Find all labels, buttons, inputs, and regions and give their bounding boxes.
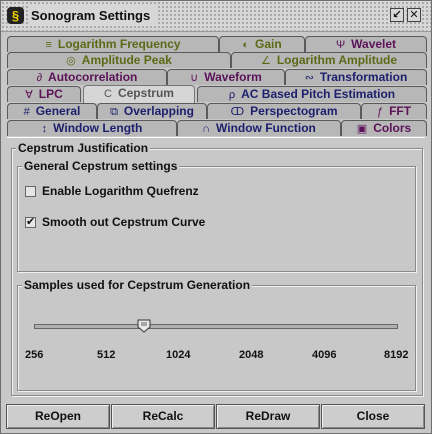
general-icon: # — [23, 106, 30, 118]
tick-2048: 2048 — [239, 349, 264, 361]
tick-8192: 8192 — [384, 349, 409, 361]
smooth-curve-label[interactable]: Smooth out Cepstrum Curve — [42, 215, 205, 229]
tick-4096: 4096 — [312, 349, 337, 361]
tab-label: Overlapping — [123, 104, 194, 118]
close-icon[interactable]: ✕ — [407, 8, 421, 22]
tab-autocorrelation[interactable]: ∂ Autocorrelation — [7, 69, 167, 85]
tab-label: Gain — [254, 37, 282, 51]
tick-512: 512 — [97, 349, 116, 361]
gain-icon: ◐ — [242, 39, 249, 51]
tab-lpc[interactable]: ∀ LPC — [7, 86, 81, 102]
tab-transformation[interactable]: ∾ Transformation — [285, 69, 427, 85]
tab-general[interactable]: # General — [7, 103, 97, 119]
lpc-icon: ∀ — [25, 89, 33, 101]
settings-window: § Sonogram Settings ↙ ✕ ≡ Logarithm Frequ… — [0, 0, 432, 434]
tab-logarithm-amplitude[interactable]: ∠ Logarithm Amplitude — [231, 52, 427, 68]
tab-cepstrum[interactable]: C Cepstrum — [83, 85, 195, 103]
pitch-estimation-icon: ρ — [228, 89, 236, 101]
transformation-icon: ∾ — [304, 72, 314, 84]
reopen-button[interactable]: ReOpen — [6, 404, 110, 429]
enable-log-quefrenz-label[interactable]: Enable Logarithm Quefrenz — [42, 184, 199, 198]
tick-1024: 1024 — [166, 349, 191, 361]
tab-label: AC Based Pitch Estimation — [241, 87, 396, 101]
overlapping-icon: ⧉ — [110, 106, 118, 118]
tab-label: General — [35, 104, 81, 118]
tab-ac-based-pitch-estimation[interactable]: ρ AC Based Pitch Estimation — [197, 86, 427, 102]
tab-label: Cepstrum — [117, 86, 174, 100]
colors-icon: ▣ — [356, 123, 368, 135]
tab-label: LPC — [38, 87, 63, 101]
tab-label: Logarithm Frequency — [57, 37, 181, 51]
tab-perspectogram[interactable]: ↀ Perspectogram — [207, 103, 361, 119]
tab-waveform[interactable]: ∪ Waveform — [167, 69, 285, 85]
tick-256: 256 — [25, 349, 44, 361]
tab-row-4: ∀ LPC C Cepstrum ρ AC Based Pitch Estimatio… — [7, 85, 427, 103]
tab-logarithm-frequency[interactable]: ≡ Logarithm Frequency — [7, 36, 219, 52]
general-settings-title: General Cepstrum settings — [22, 158, 180, 174]
samples-slider-track[interactable] — [34, 324, 398, 329]
tab-row-1: ≡ Logarithm Frequency ◐ Gain Ψ Wavelet — [7, 36, 427, 52]
tab-label: Perspectogram — [250, 104, 338, 118]
logarithm-amplitude-icon: ∠ — [260, 55, 271, 67]
tab-row-3: ∂ Autocorrelation ∪ Waveform ∾ Transformati… — [7, 69, 427, 85]
minimize-icon[interactable]: ↙ — [390, 8, 404, 22]
tab-row-5: # General ⧉ Overlapping ↀ Perspectogram ƒ FF… — [7, 103, 427, 119]
close-button[interactable]: Close — [321, 404, 425, 429]
button-bar: ReOpen ReCalc ReDraw Close — [6, 404, 426, 430]
tab-overlapping[interactable]: ⧉ Overlapping — [97, 103, 207, 119]
tab-wavelet[interactable]: Ψ Wavelet — [305, 36, 427, 52]
tab-gain[interactable]: ◐ Gain — [219, 36, 305, 52]
wavelet-icon: Ψ — [335, 39, 346, 51]
tab-fft[interactable]: ƒ FFT — [361, 103, 427, 119]
tab-label: Waveform — [204, 70, 262, 84]
app-icon: § — [7, 7, 24, 24]
amplitude-peak-icon: ◎ — [66, 55, 76, 67]
waveform-icon: ∪ — [190, 72, 199, 84]
window-function-icon: ∩ — [202, 123, 211, 135]
tab-label: Colors — [373, 121, 412, 135]
window-length-icon: ↕ — [41, 123, 48, 135]
tab-label: Autocorrelation — [48, 70, 138, 84]
tab-row-6: ↕ Window Length ∩ Window Function ▣ Colors — [7, 120, 427, 136]
fft-icon: ƒ — [376, 106, 384, 118]
title-bar[interactable]: § Sonogram Settings ↙ ✕ — [1, 1, 431, 32]
samples-title: Samples used for Cepstrum Generation — [22, 277, 253, 293]
tab-label: Wavelet — [351, 37, 397, 51]
tab-colors[interactable]: ▣ Colors — [341, 120, 427, 136]
panel-title: Cepstrum Justification — [16, 140, 151, 156]
redraw-button[interactable]: ReDraw — [216, 404, 320, 429]
cepstrum-icon: C — [104, 88, 112, 100]
samples-slider-thumb[interactable] — [137, 319, 151, 333]
tab-window-length[interactable]: ↕ Window Length — [7, 120, 177, 136]
perspectogram-icon: ↀ — [230, 106, 245, 118]
tab-label: FFT — [389, 104, 412, 118]
window-title: Sonogram Settings — [28, 6, 159, 26]
tab-label: Logarithm Amplitude — [276, 53, 398, 67]
smooth-curve-checkbox[interactable]: ✔ — [25, 217, 36, 228]
tab-window-function[interactable]: ∩ Window Function — [177, 120, 341, 136]
tab-label: Window Function — [216, 121, 316, 135]
samples-group: Samples used for Cepstrum Generation — [17, 277, 416, 391]
logarithm-frequency-icon: ≡ — [45, 39, 52, 51]
tab-row-2: ◎ Amplitude Peak ∠ Logarithm Amplitude — [7, 52, 427, 68]
recalc-button[interactable]: ReCalc — [111, 404, 215, 429]
autocorrelation-icon: ∂ — [36, 72, 43, 84]
tab-label: Window Length — [53, 121, 143, 135]
tab-label: Transformation — [319, 70, 408, 84]
enable-log-quefrenz-checkbox[interactable] — [25, 186, 36, 197]
tab-label: Amplitude Peak — [81, 53, 172, 67]
tab-amplitude-peak[interactable]: ◎ Amplitude Peak — [7, 52, 231, 68]
